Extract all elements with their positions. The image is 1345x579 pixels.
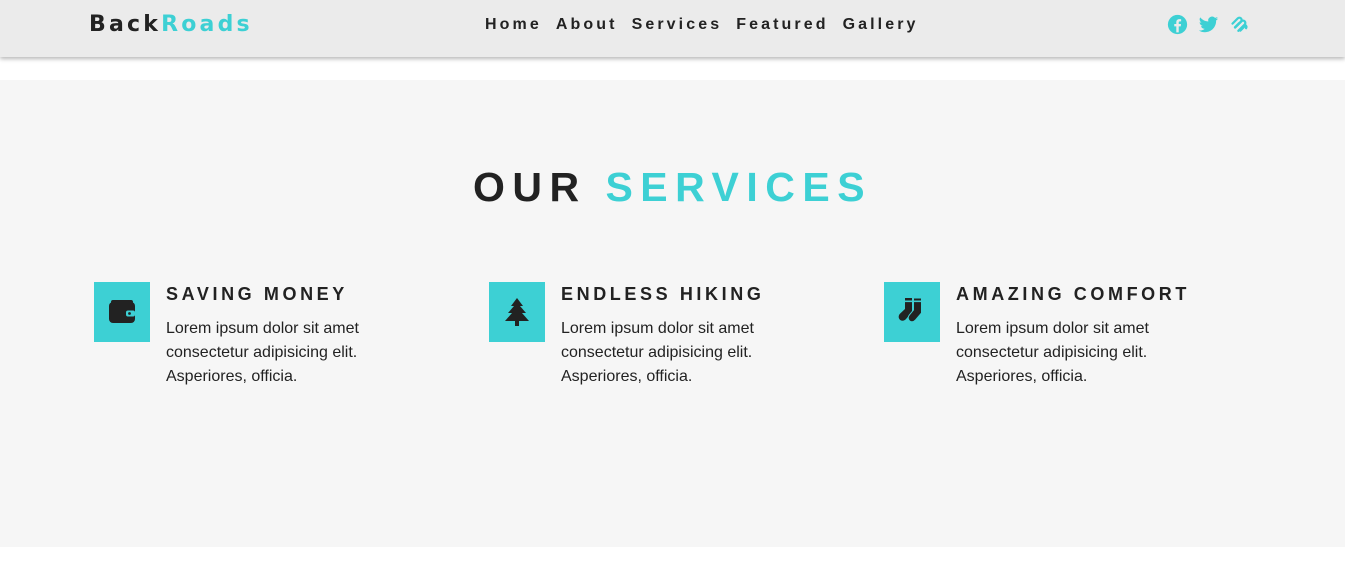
service-text: Lorem ipsum dolor sit amet consectetur a… <box>561 320 754 385</box>
section-title: OUR SERVICES <box>0 164 1345 211</box>
nav-link-services[interactable]: Services <box>632 16 723 33</box>
section-title-part1: OUR <box>472 164 587 210</box>
nav-item-home: Home <box>485 16 542 34</box>
facebook-icon[interactable] <box>1167 14 1188 35</box>
nav-link-gallery[interactable]: Gallery <box>843 16 919 33</box>
service-text: Lorem ipsum dolor sit amet consectetur a… <box>166 320 359 385</box>
nav-item-services: Services <box>632 16 723 34</box>
nav-link-about[interactable]: About <box>556 16 618 33</box>
brand-logo-part2: Roads <box>161 12 253 37</box>
nav-link-featured[interactable]: Featured <box>736 16 828 33</box>
services-section: OUR SERVICES SAVING MONEY Lorem ipsum do… <box>0 80 1345 547</box>
nav-item-featured: Featured <box>736 16 828 34</box>
social-links <box>1167 14 1250 35</box>
nav-item-about: About <box>556 16 618 34</box>
section-title-part2: SERVICES <box>605 164 873 210</box>
service-text: Lorem ipsum dolor sit amet consectetur a… <box>956 320 1149 385</box>
nav-link-home[interactable]: Home <box>485 16 542 33</box>
brand-logo-part1: Back <box>89 12 162 37</box>
wallet-icon <box>94 282 150 342</box>
nav-links: Home About Services Featured Gallery <box>485 16 919 34</box>
service-title: SAVING MONEY <box>166 284 348 304</box>
navbar: BackRoads Home About Services Featured G… <box>0 0 1345 57</box>
brand-logo[interactable]: BackRoads <box>89 12 253 37</box>
squarespace-icon[interactable] <box>1229 14 1250 35</box>
tree-icon <box>489 282 545 342</box>
socks-icon <box>884 282 940 342</box>
nav-item-gallery: Gallery <box>843 16 919 34</box>
twitter-icon[interactable] <box>1198 14 1219 35</box>
service-title: ENDLESS HIKING <box>561 284 765 304</box>
service-title: AMAZING COMFORT <box>956 284 1190 304</box>
